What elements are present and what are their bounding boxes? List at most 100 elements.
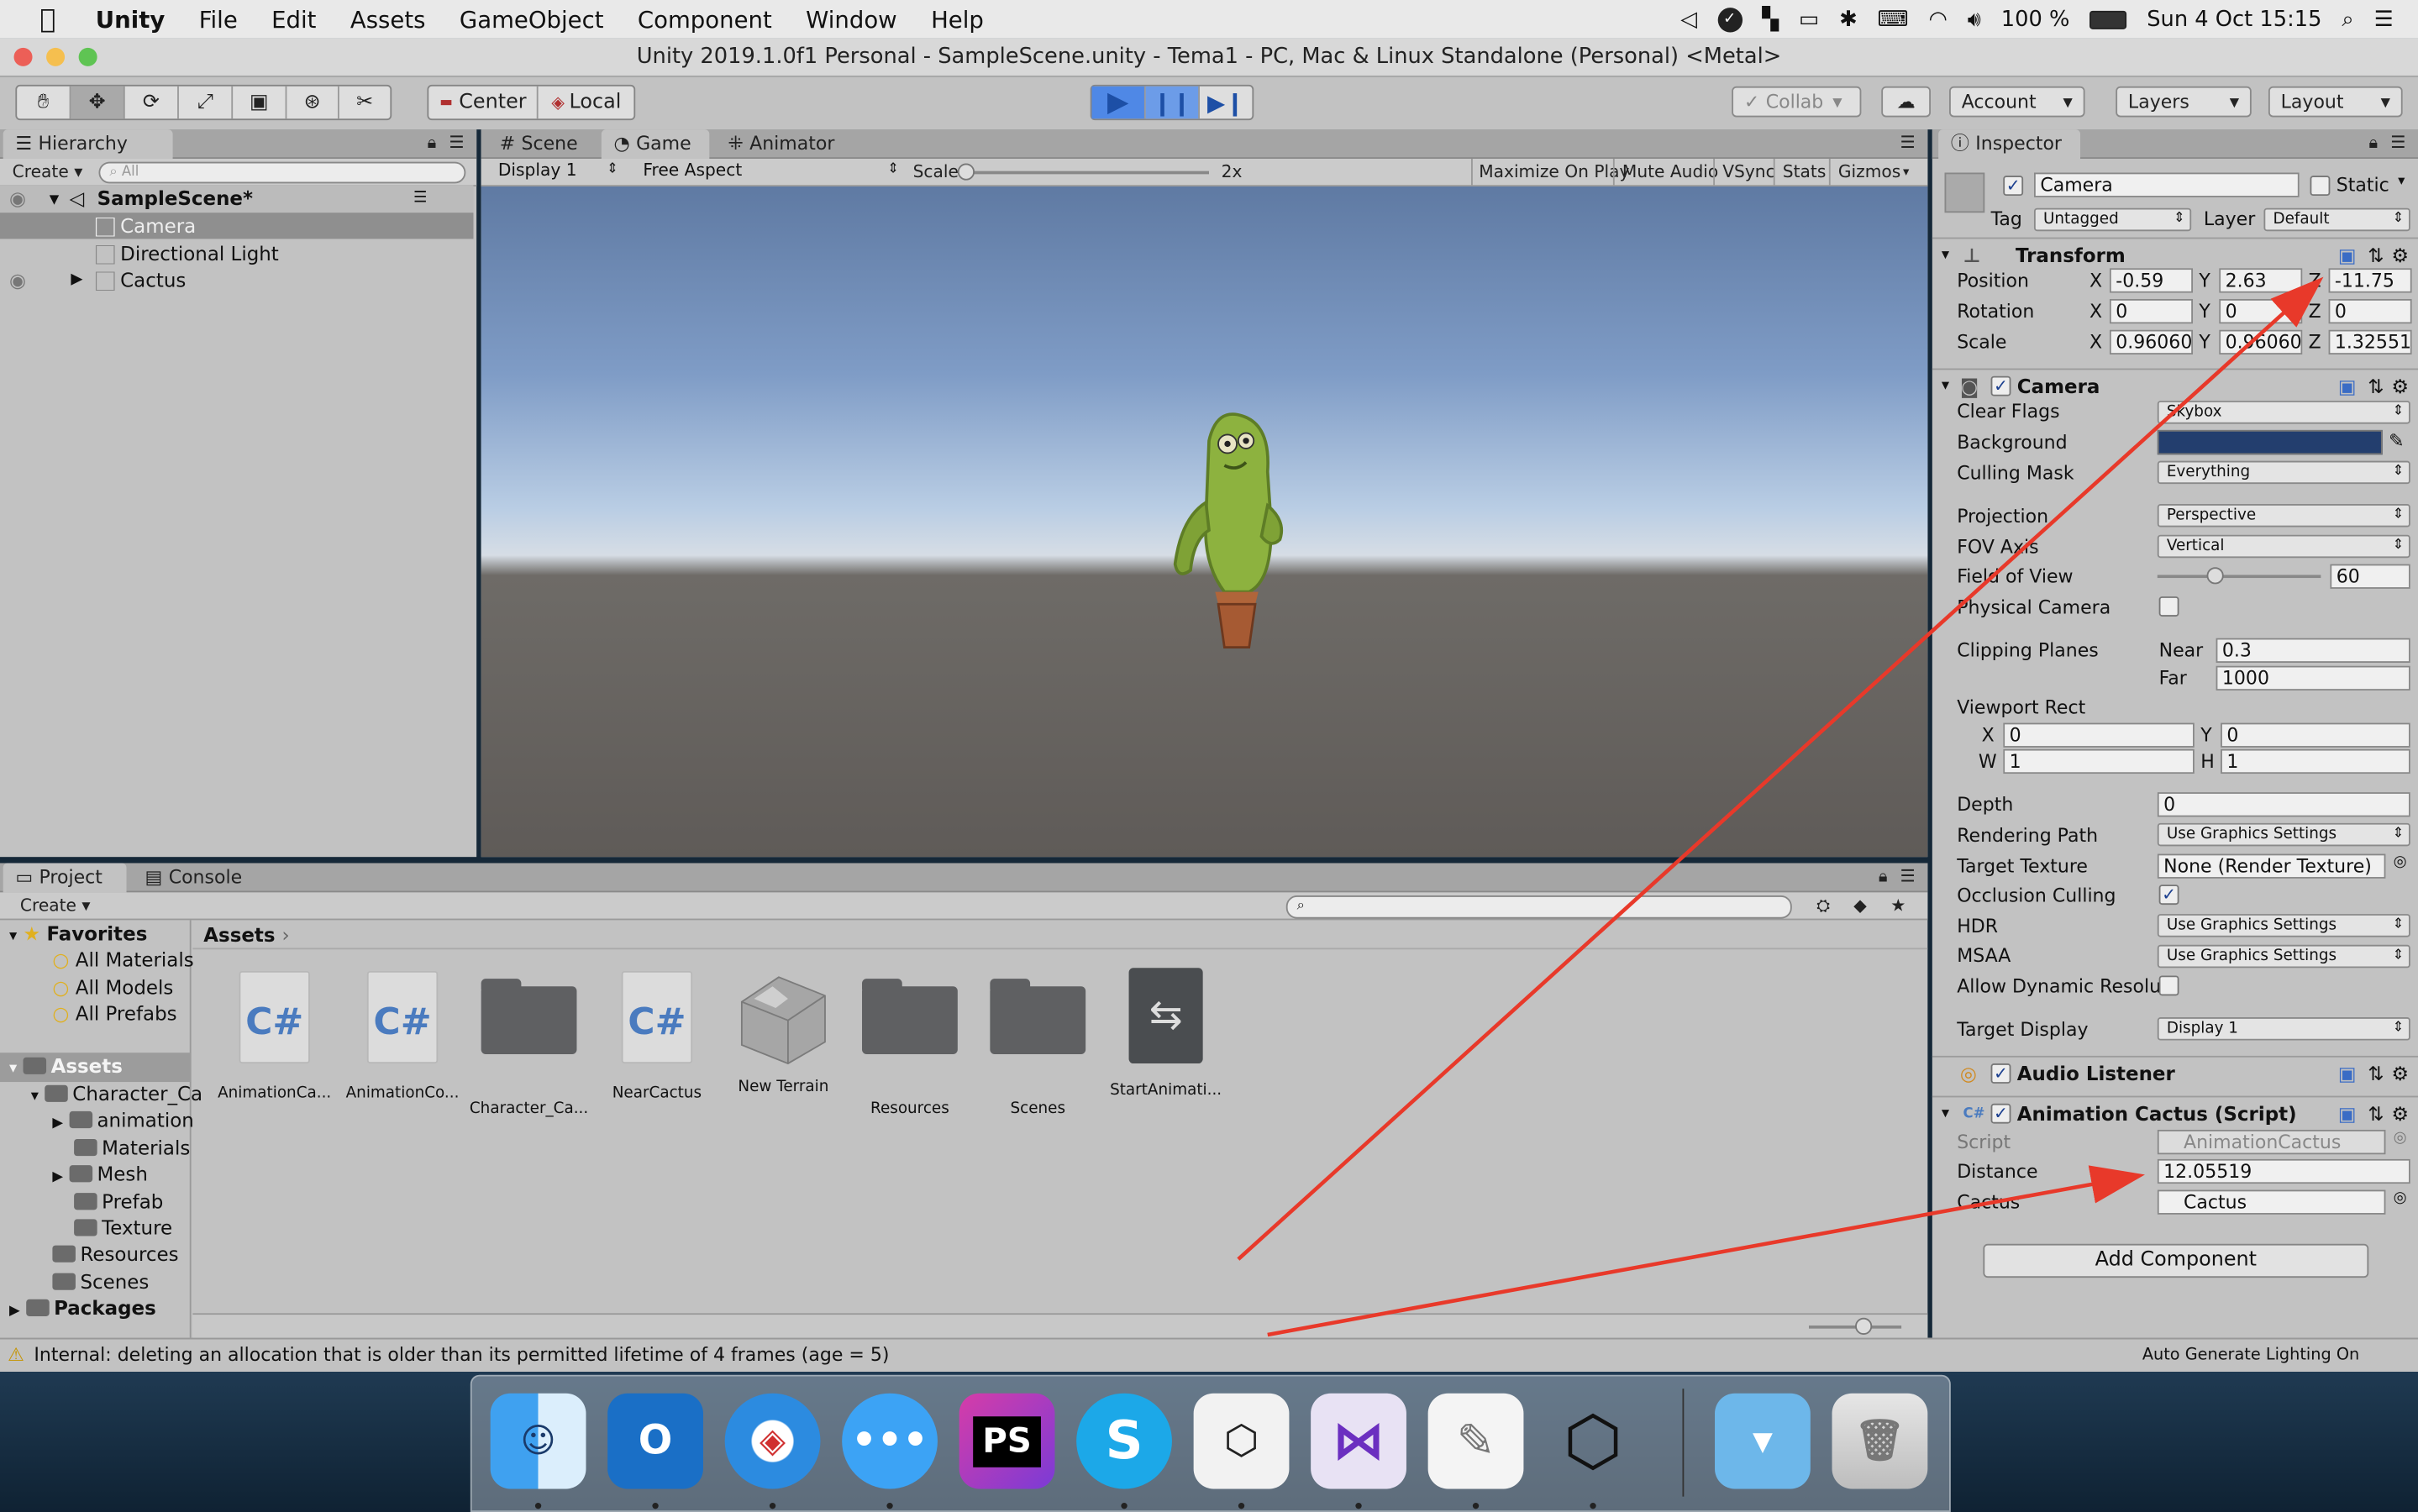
asset-character-cactus-folder[interactable]: Character_Ca...: [467, 965, 591, 1117]
audio-listener-header[interactable]: ◎ ✓ Audio Listener ▣ ⇅ ⚙: [1932, 1055, 2418, 1091]
stats-toggle[interactable]: Stats: [1773, 158, 1826, 187]
gizmos-toggle[interactable]: Gizmos: [1828, 158, 1900, 187]
phpstorm-icon[interactable]: PS: [959, 1393, 1055, 1489]
near-clip-input[interactable]: 0.3: [2216, 638, 2410, 663]
panel-menu-icon[interactable]: ☰: [2390, 129, 2405, 157]
distance-input[interactable]: 12.05519: [2157, 1158, 2410, 1184]
pivot-local-button[interactable]: ◈ Local: [539, 87, 633, 119]
hand-tool-icon[interactable]: ✋︎: [17, 86, 71, 119]
menu-help[interactable]: Help: [931, 5, 984, 33]
camera-component-header[interactable]: ▾ ◙ ✓ Camera ▣ ⇅ ⚙: [1932, 368, 2418, 403]
rotation-z-input[interactable]: 0: [2328, 298, 2412, 324]
asset-animationcactus-script[interactable]: C# AnimationCa...: [213, 965, 336, 1102]
bluetooth-icon[interactable]: ✱: [1839, 7, 1858, 31]
zoom-window-icon[interactable]: [78, 47, 97, 66]
project-create-dropdown[interactable]: Create ▾: [20, 892, 91, 920]
panel-menu-icon[interactable]: ☰: [449, 129, 464, 157]
menu-assets[interactable]: Assets: [350, 5, 426, 33]
lock-icon[interactable]: 🔒︎: [1879, 864, 1888, 891]
viewport-y-input[interactable]: 0: [2221, 722, 2410, 748]
fov-input[interactable]: 60: [2330, 564, 2410, 589]
scale-slider-thumb[interactable]: [957, 163, 975, 181]
depth-input[interactable]: 0: [2157, 792, 2410, 817]
help-icon[interactable]: ▣: [2338, 370, 2357, 403]
tab-console[interactable]: ▤ Console: [133, 864, 256, 893]
outlook-icon[interactable]: O: [607, 1393, 703, 1489]
tree-scenes[interactable]: Scenes: [52, 1268, 149, 1294]
status-bar[interactable]: ⚠ Internal: deleting an allocation that …: [0, 1337, 2418, 1373]
position-x-input[interactable]: -0.59: [2109, 268, 2194, 293]
asset-startanimation-controller[interactable]: ⇆ StartAnimati...: [1104, 965, 1227, 1099]
play-button-icon[interactable]: ▶: [1091, 86, 1146, 119]
project-search-input[interactable]: ⌕: [1285, 895, 1792, 919]
checkmark-status-icon[interactable]: ✓: [1717, 7, 1743, 32]
filter-type-icon[interactable]: ⛭: [1816, 892, 1830, 920]
panel-menu-icon[interactable]: ☰: [1900, 129, 1916, 157]
expand-arrow-icon[interactable]: ▾: [50, 185, 60, 211]
target-display-dropdown[interactable]: Display 1: [2157, 1017, 2410, 1041]
scale-slider[interactable]: [962, 171, 1210, 175]
tree-texture[interactable]: Texture: [74, 1215, 172, 1241]
tree-animation[interactable]: ▶ animation: [52, 1106, 193, 1137]
favorite-all-materials[interactable]: ○ All Materials: [52, 947, 193, 973]
apple-icon[interactable]: : [0, 4, 96, 35]
create-dropdown[interactable]: Create ▾: [13, 159, 83, 186]
tree-prefab[interactable]: Prefab: [74, 1189, 163, 1215]
hierarchy-item-camera[interactable]: ⬜︎ Camera: [0, 213, 474, 239]
help-icon[interactable]: ▣: [2338, 1058, 2357, 1091]
msaa-dropdown[interactable]: Use Graphics Settings: [2157, 944, 2410, 969]
display-dropdown[interactable]: Display 1: [491, 160, 623, 184]
layout-dropdown[interactable]: Layout ▼: [2268, 86, 2403, 118]
unity-icon[interactable]: ⬡: [1545, 1394, 1641, 1489]
camera-enabled-checkbox[interactable]: ✓: [1990, 375, 2011, 396]
eyedropper-icon[interactable]: ✎: [2389, 430, 2404, 452]
console-message[interactable]: Internal: deleting an allocation that is…: [34, 1339, 889, 1372]
transform-header[interactable]: ▾ ⊥ Transform ▣ ⇅ ⚙: [1932, 237, 2418, 271]
object-picker-icon[interactable]: ◎: [2394, 854, 2407, 871]
viewport-h-input[interactable]: 1: [2221, 748, 2410, 774]
rotation-x-input[interactable]: 0: [2109, 298, 2194, 324]
safari-icon[interactable]: ◈: [724, 1393, 821, 1489]
menu-file[interactable]: File: [199, 5, 238, 33]
visibility-icon[interactable]: ◉: [9, 185, 26, 211]
notification-center-icon[interactable]: ☰: [2374, 7, 2394, 31]
position-y-input[interactable]: 2.63: [2219, 268, 2303, 293]
scale-y-input[interactable]: 0.96060: [2219, 329, 2303, 355]
gameobject-name-input[interactable]: Camera: [2033, 172, 2300, 197]
maximize-on-play-toggle[interactable]: Maximize On Play: [1471, 158, 1630, 187]
tab-inspector[interactable]: ⓘ Inspector: [1938, 129, 2081, 159]
occlusion-culling-checkbox[interactable]: ✓: [2158, 885, 2179, 906]
tree-character-cactus[interactable]: ▾ Character_Ca: [31, 1080, 202, 1110]
preset-icon[interactable]: ⇅: [2368, 1097, 2384, 1131]
scale-tool-icon[interactable]: ⤢: [179, 86, 234, 119]
asset-animationcontroller-script[interactable]: C# AnimationCo...: [341, 965, 465, 1102]
skype-icon[interactable]: S: [1076, 1393, 1172, 1489]
vsync-toggle[interactable]: VSync: [1713, 158, 1775, 187]
textedit-icon[interactable]: ✎: [1427, 1393, 1524, 1489]
panel-menu-icon[interactable]: ☰: [1900, 864, 1916, 891]
tree-mesh[interactable]: ▶ Mesh: [52, 1161, 147, 1192]
pivot-center-button[interactable]: ▬ Center: [428, 86, 539, 119]
asset-nearcactus-script[interactable]: C# NearCactus: [595, 965, 718, 1102]
layers-dropdown[interactable]: Layers ▼: [2116, 86, 2252, 118]
wifi-icon[interactable]: ◠: [1928, 7, 1947, 31]
spotlight-search-icon[interactable]: ⌕: [2342, 7, 2353, 31]
clear-flags-dropdown[interactable]: Skybox: [2157, 401, 2410, 424]
static-checkbox[interactable]: [2310, 176, 2331, 197]
rendering-path-dropdown[interactable]: Use Graphics Settings: [2157, 822, 2410, 847]
assets-breadcrumb[interactable]: Assets ›: [192, 920, 1928, 950]
mute-audio-toggle[interactable]: Mute Audio: [1612, 158, 1718, 187]
transform-tool-icon[interactable]: ⊛: [286, 86, 339, 119]
audio-listener-enabled-checkbox[interactable]: ✓: [1990, 1063, 2011, 1084]
minimize-window-icon[interactable]: [46, 47, 66, 66]
clock[interactable]: Sun 4 Oct 15:15: [2147, 7, 2321, 31]
messages-icon[interactable]: •••: [842, 1393, 938, 1489]
far-clip-input[interactable]: 1000: [2216, 665, 2410, 691]
filter-label-icon[interactable]: ◆: [1853, 892, 1867, 920]
finder-icon[interactable]: ☺: [490, 1393, 586, 1489]
cactus-reference-field[interactable]: Cactus: [2157, 1189, 2386, 1215]
dynamic-resolution-checkbox[interactable]: [2158, 975, 2179, 996]
gizmos-dropdown-icon[interactable]: ▾: [1903, 159, 1909, 186]
game-viewport[interactable]: [481, 186, 1928, 858]
object-picker-icon[interactable]: ◎: [2394, 1190, 2407, 1207]
